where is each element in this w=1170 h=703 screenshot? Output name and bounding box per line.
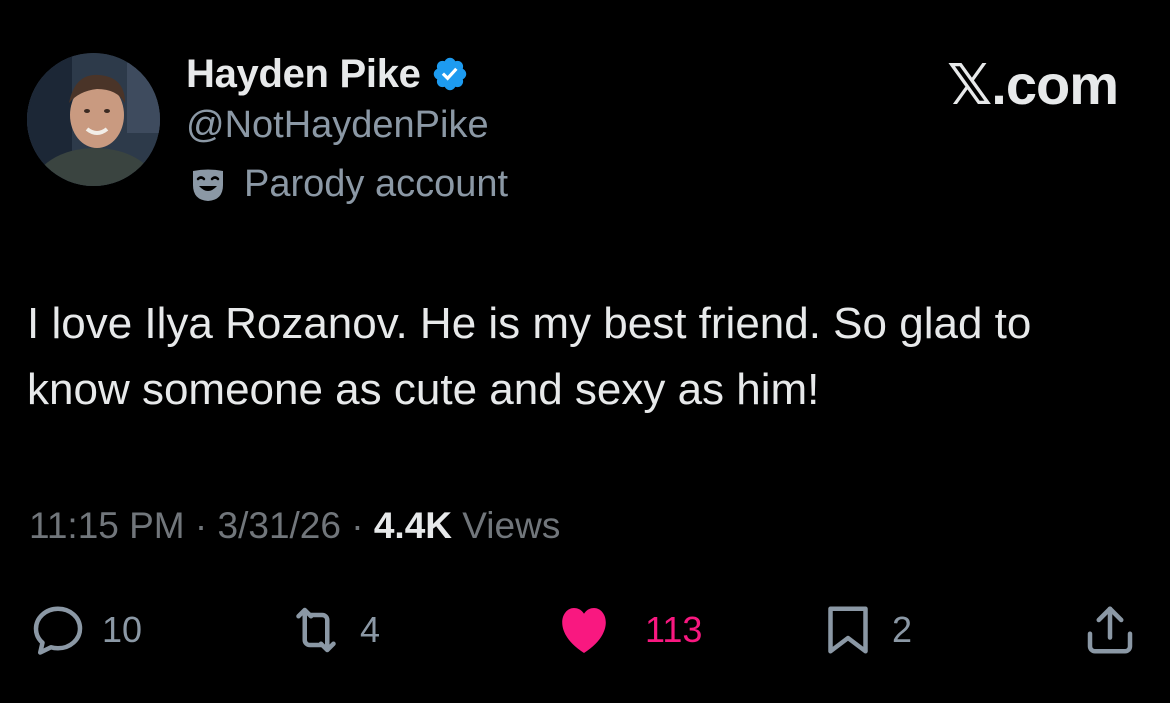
- share-icon: [1087, 606, 1133, 654]
- verified-badge-icon: [431, 55, 469, 93]
- parody-label: Parody account: [190, 163, 508, 206]
- repost-button[interactable]: 4: [286, 600, 380, 660]
- bookmark-button[interactable]: 2: [818, 600, 912, 660]
- reply-icon: [33, 606, 83, 655]
- reply-button[interactable]: 10: [28, 600, 142, 660]
- avatar-photo: [27, 53, 160, 186]
- tweet-text: I love Ilya Rozanov. He is my best frien…: [27, 299, 1032, 414]
- author-handle[interactable]: @NotHaydenPike: [186, 104, 489, 147]
- tweet-time[interactable]: 11:15 PM: [29, 505, 185, 546]
- repost-count: 4: [360, 609, 381, 650]
- views-label: Views: [462, 505, 561, 546]
- like-count: 113: [645, 609, 703, 650]
- tweet-date[interactable]: 3/31/26: [218, 505, 341, 546]
- theater-mask-icon: [190, 167, 226, 203]
- meta-separator: ·: [194, 505, 218, 546]
- bookmark-count: 2: [892, 609, 913, 650]
- share-button[interactable]: [1080, 600, 1140, 660]
- repost-icon: [296, 607, 336, 653]
- parody-label-text: Parody account: [244, 163, 509, 205]
- avatar[interactable]: [27, 53, 160, 186]
- brand-logo: 𝕏.com: [947, 53, 1119, 116]
- like-button[interactable]: 113: [553, 600, 702, 660]
- tweet-meta: 11:15 PM · 3/31/26 · 4.4K Views: [29, 505, 560, 547]
- author-name-row: Hayden Pike: [186, 50, 469, 98]
- heart-icon: [562, 607, 606, 653]
- reply-count: 10: [102, 609, 143, 650]
- bookmark-icon: [828, 606, 868, 654]
- meta-separator: ·: [351, 505, 374, 546]
- author-display-name[interactable]: Hayden Pike: [186, 52, 421, 97]
- views-count: 4.4K: [373, 505, 463, 546]
